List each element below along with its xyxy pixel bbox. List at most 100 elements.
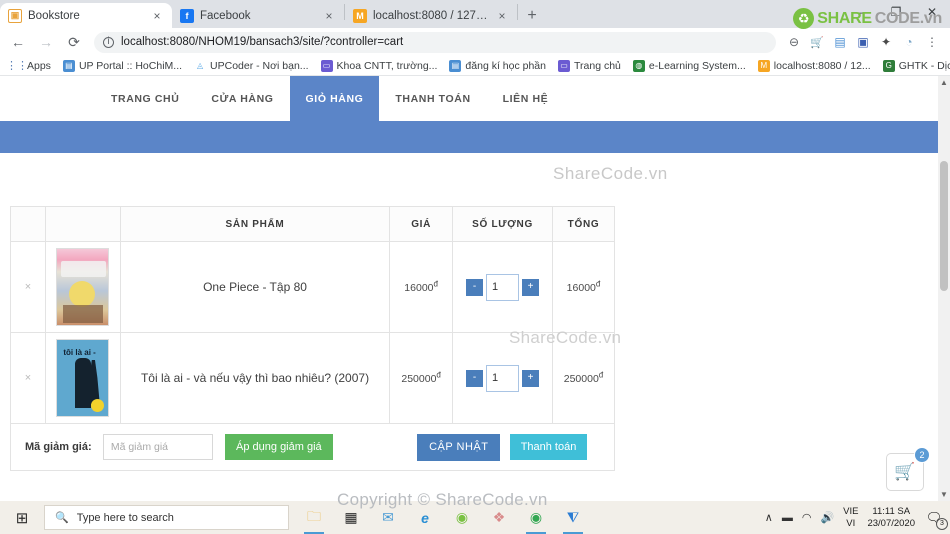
watermark-header: ShareCode.vn bbox=[553, 164, 668, 183]
scroll-up-arrow-icon[interactable]: ▲ bbox=[939, 78, 949, 87]
app-icon[interactable]: ❖ bbox=[488, 506, 510, 530]
remove-cell: × bbox=[10, 241, 46, 333]
remove-item-icon[interactable]: × bbox=[25, 372, 31, 384]
bookmark-ghtk[interactable]: G GHTK - Dịch vụ gia... bbox=[878, 59, 950, 73]
bookmark-khoa-cntt[interactable]: ▭ Khoa CNTT, trường... bbox=[316, 59, 443, 73]
tab-title: localhost:8080 / 127.0.0.1 / book bbox=[373, 9, 489, 22]
table-row: × tôi là ai - Tôi là ai - và nếu vậy thì… bbox=[10, 332, 615, 424]
bookmark-label: UPCoder - Nơi bạn... bbox=[210, 59, 309, 72]
microsoft-store-icon[interactable]: ▦ bbox=[340, 506, 362, 530]
tab-close-icon[interactable]: × bbox=[495, 9, 509, 23]
bookmark-label: localhost:8080 / 12... bbox=[773, 59, 871, 72]
product-name[interactable]: Tôi là ai - và nếu vậy thì bao nhiêu? (2… bbox=[141, 371, 369, 385]
tab-close-icon[interactable]: × bbox=[322, 9, 336, 23]
mail-icon[interactable]: ✉ bbox=[377, 506, 399, 530]
browser-tab-facebook[interactable]: f Facebook × bbox=[172, 3, 344, 28]
bookmark-icon: ▤ bbox=[62, 59, 75, 72]
nav-item-cua-hang[interactable]: CỬA HÀNG bbox=[195, 76, 289, 121]
scroll-down-arrow-icon[interactable]: ▼ bbox=[939, 490, 949, 499]
bookmark-dang-ki-hoc-phan[interactable]: ▤ đăng kí học phần bbox=[444, 59, 551, 73]
bookmark-apps[interactable]: ⋮⋮ Apps bbox=[6, 59, 56, 73]
product-qty-cell: - + bbox=[452, 332, 554, 424]
save-page-icon[interactable]: ▣ bbox=[853, 32, 873, 52]
clock[interactable]: 11:11 SA 23/07/2020 bbox=[867, 506, 915, 530]
nav-item-thanh-toan[interactable]: THANH TOÁN bbox=[379, 76, 486, 121]
quantity-input[interactable] bbox=[486, 273, 520, 301]
shopping-cart-icon[interactable]: 🛒 bbox=[807, 32, 827, 52]
coupon-input[interactable] bbox=[102, 434, 213, 460]
taskbar-search-box[interactable]: 🔍 Type here to search bbox=[44, 505, 289, 530]
bookmark-up-portal[interactable]: ▤ UP Portal :: HoChiM... bbox=[58, 59, 187, 73]
back-icon[interactable]: ← bbox=[6, 30, 30, 54]
cart-footer-row: Mã giảm giá: Áp dụng giảm giá CẬP NHẬT T… bbox=[10, 423, 615, 471]
notification-center-icon[interactable]: 🗨 3 bbox=[924, 508, 948, 530]
remove-item-icon[interactable]: × bbox=[25, 281, 31, 293]
edge-icon[interactable]: e bbox=[414, 506, 436, 530]
page-viewport: TRANG CHỦ CỬA HÀNG GIỎ HÀNG THANH TOÁN L… bbox=[0, 76, 950, 501]
start-button[interactable]: ⊞ bbox=[0, 501, 44, 534]
profile-avatar-icon[interactable]: ◔ bbox=[899, 32, 919, 52]
increase-qty-button[interactable]: + bbox=[522, 278, 540, 296]
address-bar-url: localhost:8080/NHOM19/bansach3/site/?con… bbox=[121, 36, 404, 48]
shopping-cart-icon: 🛒 bbox=[894, 462, 916, 481]
decrease-qty-button[interactable]: - bbox=[466, 278, 484, 296]
page-scrollbar[interactable]: ▲ ▼ bbox=[938, 76, 950, 501]
chrome-menu-icon[interactable]: ⋮ bbox=[922, 32, 942, 52]
logo-share-text: SHARE bbox=[817, 9, 872, 27]
product-name-cell: One Piece - Tập 80 bbox=[119, 241, 391, 333]
chrome-icon[interactable]: ◉ bbox=[525, 506, 547, 534]
update-cart-button[interactable]: CẬP NHẬT bbox=[417, 433, 501, 461]
floating-cart-button[interactable]: 🛒 2 bbox=[886, 447, 930, 491]
cart-section: SẢN PHẨM GIÁ SỐ LƯỢNG TỔNG × One Piece -… bbox=[10, 206, 615, 471]
media-player-icon[interactable]: ◉ bbox=[451, 506, 473, 530]
browser-tab-bookstore[interactable]: ▣ Bookstore × bbox=[0, 3, 172, 28]
nav-item-lien-he[interactable]: LIÊN HỆ bbox=[487, 76, 565, 121]
forward-icon[interactable]: → bbox=[34, 30, 58, 54]
clock-date: 23/07/2020 bbox=[867, 517, 915, 529]
tab-close-icon[interactable]: × bbox=[150, 9, 164, 23]
col-quantity: SỐ LƯỢNG bbox=[452, 206, 554, 242]
zoom-out-icon[interactable]: ⊖ bbox=[784, 32, 804, 52]
vscode-icon[interactable]: ⧨ bbox=[562, 506, 584, 534]
quantity-input[interactable] bbox=[486, 364, 520, 392]
product-price-cell: 250000đ bbox=[389, 332, 454, 424]
language-indicator[interactable]: VIE VI bbox=[843, 506, 858, 530]
language-bottom: VI bbox=[846, 517, 856, 529]
nav-item-trang-chu[interactable]: TRANG CHỦ bbox=[95, 76, 195, 121]
scrollbar-thumb[interactable] bbox=[940, 161, 948, 291]
decrease-qty-button[interactable]: - bbox=[466, 369, 484, 387]
browser-toolbar: ← → ⟳ i localhost:8080/NHOM19/bansach3/s… bbox=[0, 28, 950, 56]
coupon-label: Mã giảm giá: bbox=[25, 441, 92, 453]
sharecode-logo: ♻ SHARE CODE.vn bbox=[793, 8, 942, 29]
browser-tab-phpmyadmin[interactable]: M localhost:8080 / 127.0.0.1 / book × bbox=[345, 3, 517, 28]
bookstore-favicon-icon: ▣ bbox=[8, 8, 22, 23]
bookmark-upcoder[interactable]: ◬ UPCoder - Nơi bạn... bbox=[189, 59, 314, 73]
apply-coupon-button[interactable]: Áp dụng giảm giá bbox=[225, 433, 333, 460]
site-info-icon[interactable]: i bbox=[103, 36, 114, 48]
checkout-button[interactable]: Thanh toán bbox=[509, 434, 588, 460]
bookmark-elearning[interactable]: ◍ e-Learning System... bbox=[628, 59, 751, 73]
increase-qty-button[interactable]: + bbox=[522, 369, 540, 387]
bookmark-localhost[interactable]: M localhost:8080 / 12... bbox=[753, 59, 876, 73]
battery-icon[interactable]: ▬ bbox=[782, 512, 793, 524]
site-header: TRANG CHỦ CỬA HÀNG GIỎ HÀNG THANH TOÁN L… bbox=[0, 76, 938, 183]
extensions-icon[interactable]: ✦ bbox=[876, 32, 896, 52]
volume-icon[interactable]: 🔊 bbox=[820, 511, 834, 524]
address-bar[interactable]: i localhost:8080/NHOM19/bansach3/site/?c… bbox=[94, 31, 776, 53]
taskbar-apps: 🗀 ▦ ✉ e ◉ ❖ ◉ ⧨ bbox=[303, 506, 584, 534]
logo-code-text: CODE.vn bbox=[874, 9, 943, 27]
reload-icon[interactable]: ⟳ bbox=[62, 30, 86, 54]
file-explorer-icon[interactable]: 🗀 bbox=[303, 506, 325, 534]
reading-list-icon[interactable]: ▤ bbox=[830, 32, 850, 52]
remove-cell: × bbox=[10, 332, 46, 424]
show-hidden-icons-icon[interactable]: ∧ bbox=[765, 511, 773, 524]
one-piece-tap-80-cover bbox=[56, 248, 110, 326]
nav-item-gio-hang[interactable]: GIỎ HÀNG bbox=[289, 76, 380, 121]
bookmark-icon: M bbox=[757, 59, 770, 72]
product-name[interactable]: One Piece - Tập 80 bbox=[203, 280, 307, 294]
wifi-icon[interactable]: ◠ bbox=[802, 511, 812, 524]
bookmark-trang-chu[interactable]: ▭ Trang chủ bbox=[553, 59, 626, 73]
notification-count-badge: 3 bbox=[936, 517, 948, 530]
new-tab-button[interactable]: + bbox=[518, 3, 546, 28]
quantity-stepper: - + bbox=[466, 273, 540, 301]
